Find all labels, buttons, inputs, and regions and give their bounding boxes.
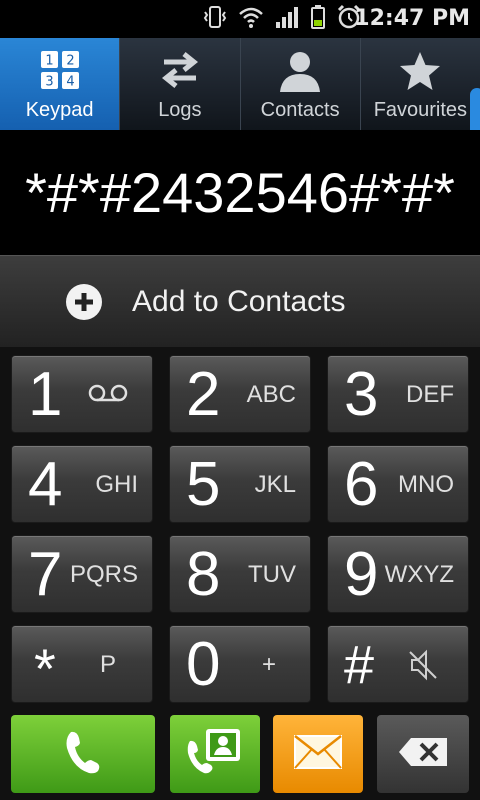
svg-text:1: 1 bbox=[45, 54, 53, 69]
tab-label: Favourites bbox=[373, 99, 468, 121]
dialed-number: *#*#2432546#*#* bbox=[25, 161, 455, 224]
key-letters: PQRS bbox=[69, 561, 138, 588]
key-3[interactable]: 3 DEF bbox=[327, 355, 469, 433]
key-2[interactable]: 2 ABC bbox=[169, 355, 311, 433]
key-letters: GHI bbox=[95, 471, 138, 498]
key-digit: 8 bbox=[186, 540, 221, 609]
wifi-icon bbox=[238, 4, 264, 34]
message-icon bbox=[293, 734, 343, 774]
tab-label: Logs bbox=[158, 99, 202, 121]
key-digit: 3 bbox=[344, 360, 379, 429]
key-digit: 9 bbox=[344, 540, 379, 609]
key-letters: P bbox=[99, 651, 116, 678]
add-icon bbox=[66, 283, 102, 320]
tab-label: Keypad bbox=[25, 99, 94, 121]
key-digit: 4 bbox=[28, 450, 63, 519]
key-letters: WXYZ bbox=[384, 561, 454, 588]
key-6[interactable]: 6 MNO bbox=[327, 445, 469, 523]
key-digit: 7 bbox=[28, 540, 63, 609]
status-bar: 12:47 PM bbox=[0, 0, 480, 38]
keypad: 1 2 ABC 3 DEF 4 GHI 5 JKL 6 MNO 7 PQRS 8… bbox=[0, 347, 480, 800]
key-hash[interactable]: # bbox=[327, 625, 469, 703]
logs-icon bbox=[158, 50, 202, 95]
contacts-icon bbox=[278, 50, 322, 97]
key-4[interactable]: 4 GHI bbox=[11, 445, 153, 523]
add-to-contacts-label: Add to Contacts bbox=[132, 284, 346, 318]
signal-icon bbox=[274, 4, 300, 34]
status-icons bbox=[202, 4, 362, 34]
number-display: *#*#2432546#*#* bbox=[0, 130, 480, 255]
svg-text:3: 3 bbox=[45, 75, 53, 90]
svg-text:4: 4 bbox=[66, 75, 74, 90]
tab-keypad[interactable]: 1 2 3 4 Keypad bbox=[0, 38, 120, 130]
key-digit: 0 bbox=[186, 630, 221, 699]
tab-label: Contacts bbox=[260, 99, 340, 121]
status-time: 12:47 PM bbox=[354, 6, 470, 31]
video-call-icon bbox=[186, 727, 244, 781]
key-digit: 6 bbox=[344, 450, 379, 519]
key-digit: * bbox=[34, 637, 56, 700]
key-digit: # bbox=[344, 635, 375, 695]
svg-text:2: 2 bbox=[66, 54, 74, 69]
key-digit: 1 bbox=[28, 360, 63, 429]
tab-logs[interactable]: Logs bbox=[119, 38, 239, 130]
key-star[interactable]: * P bbox=[11, 625, 153, 703]
call-icon bbox=[63, 730, 103, 778]
key-letters: DEF bbox=[406, 381, 454, 408]
key-5[interactable]: 5 JKL bbox=[169, 445, 311, 523]
keypad-icon: 1 2 3 4 bbox=[40, 50, 80, 95]
key-letters: ABC bbox=[246, 381, 296, 408]
star-icon bbox=[398, 50, 442, 97]
delete-button[interactable] bbox=[377, 715, 469, 793]
key-0[interactable]: 0 + bbox=[169, 625, 311, 703]
key-7[interactable]: 7 PQRS bbox=[11, 535, 153, 613]
tab-bar: 1 2 3 4 Keypad Logs Contacts Favourites bbox=[0, 38, 480, 148]
message-button[interactable] bbox=[273, 715, 363, 793]
call-button[interactable] bbox=[11, 715, 155, 793]
key-letters: JKL bbox=[254, 471, 296, 498]
key-letters: TUV bbox=[248, 561, 296, 588]
backspace-icon bbox=[397, 736, 449, 772]
key-8[interactable]: 8 TUV bbox=[169, 535, 311, 613]
tab-contacts[interactable]: Contacts bbox=[239, 38, 360, 130]
voicemail-icon bbox=[86, 380, 130, 410]
key-letters: MNO bbox=[398, 471, 454, 498]
battery-icon bbox=[310, 4, 326, 34]
mute-icon bbox=[408, 648, 438, 686]
key-digit: 5 bbox=[186, 450, 221, 519]
key-letters: + bbox=[261, 651, 276, 678]
vibrate-icon bbox=[202, 4, 228, 34]
key-9[interactable]: 9 WXYZ bbox=[327, 535, 469, 613]
key-1[interactable]: 1 bbox=[11, 355, 153, 433]
key-digit: 2 bbox=[186, 360, 221, 429]
add-to-contacts-button[interactable]: Add to Contacts bbox=[0, 255, 480, 347]
video-call-button[interactable] bbox=[170, 715, 260, 793]
tab-favourites[interactable]: Favourites bbox=[359, 38, 480, 148]
